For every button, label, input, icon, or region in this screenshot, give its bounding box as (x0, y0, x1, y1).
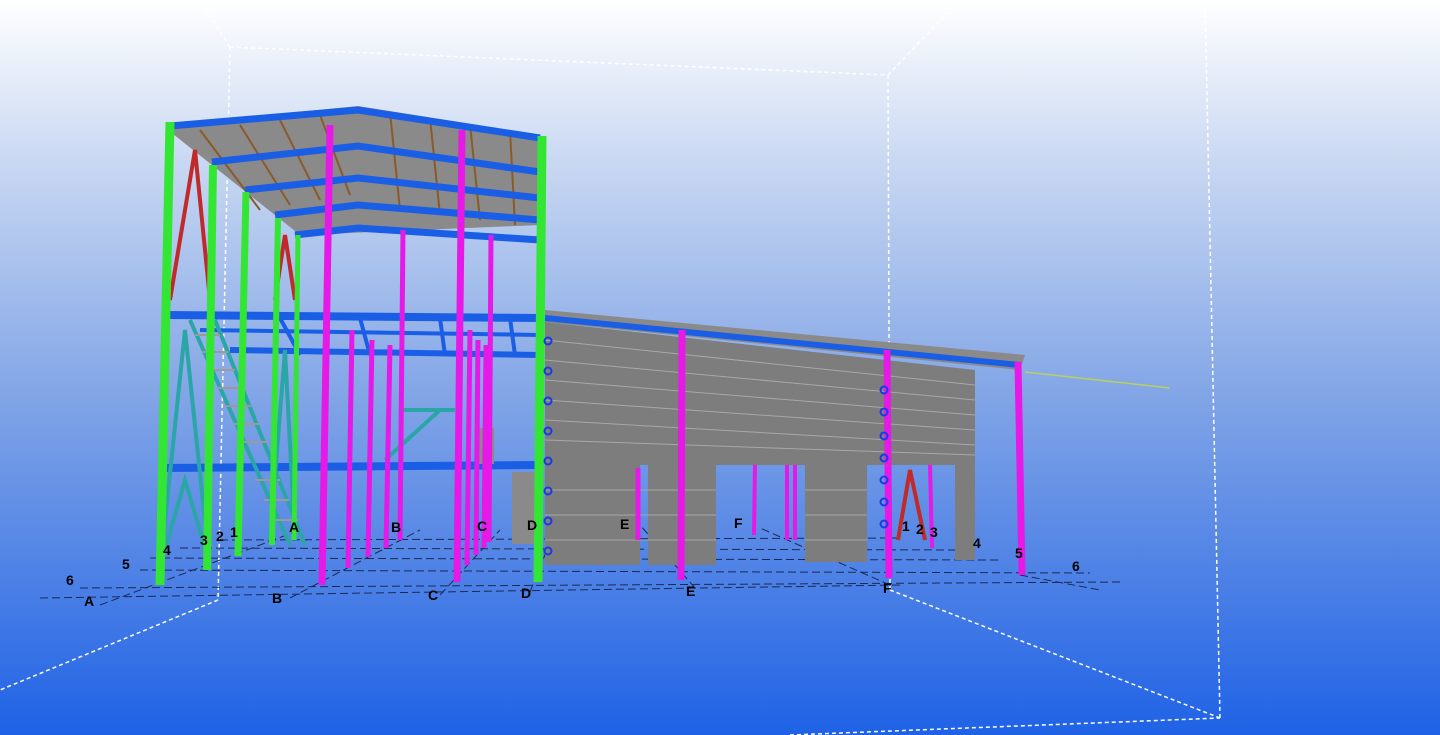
grid-label-b-front: B (272, 590, 282, 606)
grid-label-d-back: D (527, 517, 537, 533)
grid-label-1-right: 1 (902, 518, 910, 534)
main-roof (168, 106, 541, 244)
grid-label-4-right: 4 (973, 535, 981, 551)
grid-label-a-front: A (84, 593, 94, 609)
grid-label-4-left: 4 (163, 542, 171, 558)
grid-label-a-back: A (289, 519, 299, 535)
grid-label-3-left: 3 (200, 532, 208, 548)
grid-label-5-left: 5 (122, 556, 130, 572)
model-viewport[interactable]: A B C D E F 6 5 4 3 2 1 A B C D E F 1 2 … (0, 0, 1440, 735)
grid-label-e-back: E (620, 516, 629, 532)
grid-label-e-front: E (686, 583, 695, 599)
grid-label-f-front: F (883, 580, 892, 596)
grid-label-c-front: C (428, 587, 438, 603)
grid-label-f-back: F (734, 515, 743, 531)
grid-label-3-right: 3 (930, 524, 938, 540)
guide-line (1024, 371, 1171, 389)
grid-label-d-front: D (521, 585, 531, 601)
grid-label-1-left: 1 (230, 524, 238, 540)
structure-scene[interactable]: A B C D E F 6 5 4 3 2 1 A B C D E F 1 2 … (0, 0, 1440, 735)
grid-label-5-right: 5 (1015, 545, 1023, 561)
grid-label-2-right: 2 (916, 521, 924, 537)
grid-label-b-back: B (391, 519, 401, 535)
grid-label-6-right: 6 (1072, 558, 1080, 574)
grid-label-2-left: 2 (216, 528, 224, 544)
grid-label-6-left: 6 (66, 572, 74, 588)
grid-label-c-back: C (477, 518, 487, 534)
